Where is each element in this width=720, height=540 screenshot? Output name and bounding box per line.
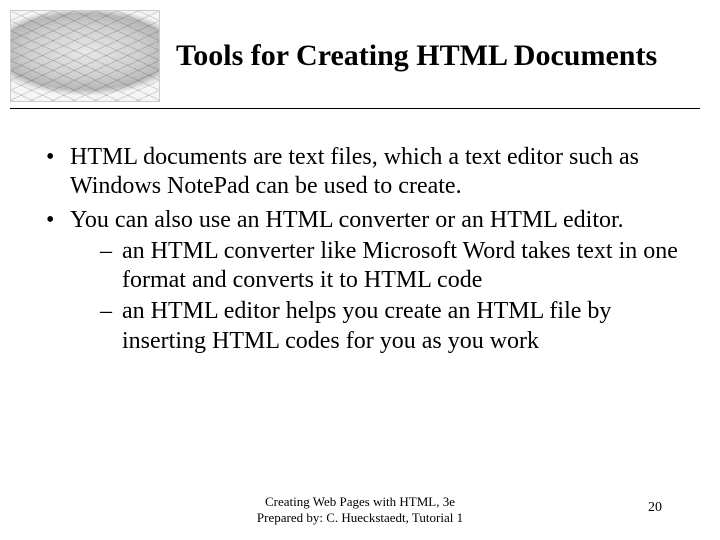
bullet-text: You can also use an HTML converter or an… bbox=[70, 207, 624, 233]
slide-body: HTML documents are text files, which a t… bbox=[0, 109, 720, 356]
logo-graphic bbox=[10, 10, 160, 102]
page-number: 20 bbox=[648, 500, 662, 516]
bullet-text: HTML documents are text files, which a t… bbox=[70, 144, 639, 199]
footer-line-1: Creating Web Pages with HTML, 3e bbox=[0, 494, 720, 510]
list-item: an HTML editor helps you create an HTML … bbox=[100, 297, 680, 356]
footer-line-2: Prepared by: C. Hueckstaedt, Tutorial 1 bbox=[0, 510, 720, 526]
bullet-text: an HTML editor helps you create an HTML … bbox=[122, 298, 611, 353]
list-item: HTML documents are text files, which a t… bbox=[46, 143, 680, 202]
bullet-text: an HTML converter like Microsoft Word ta… bbox=[122, 238, 678, 293]
footer-center: Creating Web Pages with HTML, 3e Prepare… bbox=[0, 494, 720, 527]
slide-header: Tools for Creating HTML Documents bbox=[0, 0, 720, 102]
bullet-list-level1: HTML documents are text files, which a t… bbox=[46, 143, 680, 356]
list-item: an HTML converter like Microsoft Word ta… bbox=[100, 237, 680, 296]
list-item: You can also use an HTML converter or an… bbox=[46, 206, 680, 356]
slide-footer: Creating Web Pages with HTML, 3e Prepare… bbox=[0, 494, 720, 527]
corner-badge: XP bbox=[683, 16, 698, 31]
slide-title: Tools for Creating HTML Documents bbox=[160, 10, 657, 74]
bullet-list-level2: an HTML converter like Microsoft Word ta… bbox=[70, 237, 680, 356]
